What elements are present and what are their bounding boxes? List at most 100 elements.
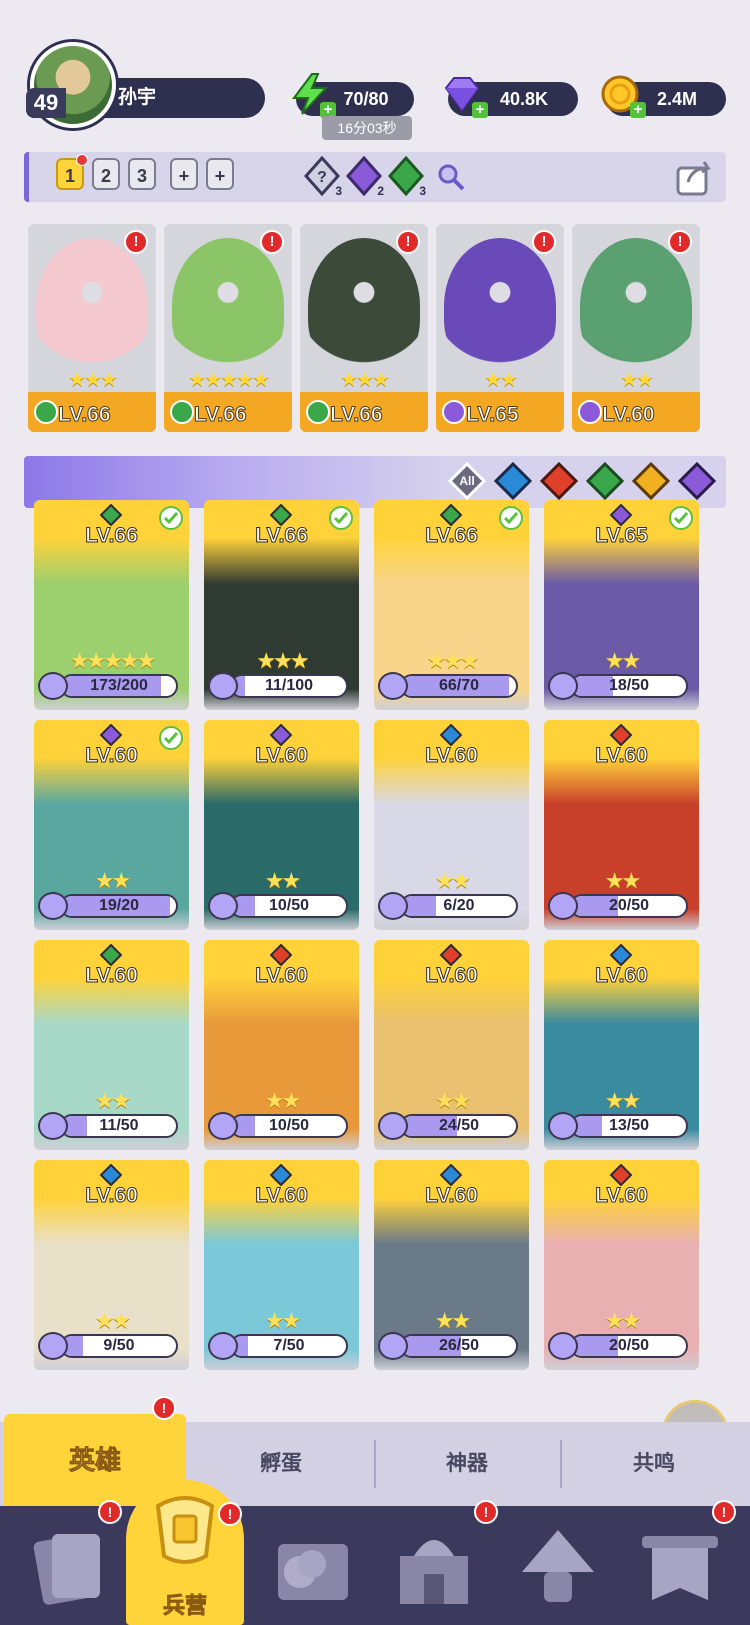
hero-level: LV.65 xyxy=(466,403,520,427)
alert-icon: ! xyxy=(260,230,284,254)
share-button[interactable] xyxy=(674,156,716,198)
hero-level: LV.66 xyxy=(194,403,248,427)
filter-nature-icon[interactable] xyxy=(585,461,625,501)
hero-card[interactable]: LV.60 ★★ 9/50 xyxy=(34,1160,189,1370)
player-name: 孙宇 xyxy=(100,78,265,118)
add-team-button[interactable]: + xyxy=(206,158,234,190)
hero-card[interactable]: LV.66 ★★★★★ 173/200 xyxy=(34,500,189,710)
nature-element-count-icon: 3 xyxy=(387,155,426,198)
gem-icon[interactable]: + xyxy=(440,72,488,118)
star-rating: ★★ xyxy=(434,868,471,893)
nav-active-label: 兵营 xyxy=(162,1593,208,1619)
hero-card[interactable]: LV.66 ★★★ 11/100 xyxy=(204,500,359,710)
hero-level: LV.60 xyxy=(602,403,656,427)
hero-card[interactable]: LV.60 ★★ 6/20 xyxy=(374,720,529,930)
dark-element-icon xyxy=(610,504,632,526)
add-gold-icon[interactable]: + xyxy=(630,102,646,118)
equipped-check-icon xyxy=(329,506,353,530)
hero-card[interactable]: LV.60 ★★ 19/20 xyxy=(34,720,189,930)
shard-icon xyxy=(378,892,408,920)
add-gems-icon[interactable]: + xyxy=(472,102,488,118)
hero-card[interactable]: LV.60 ★★ 24/50 xyxy=(374,940,529,1150)
player-level-badge: 49 xyxy=(26,88,66,118)
hero-portrait xyxy=(172,238,284,374)
hero-card[interactable]: LV.60 ★★ 7/50 xyxy=(204,1160,359,1370)
hero-card[interactable]: LV.60 ★★ 20/50 xyxy=(544,720,699,930)
shard-progress-text: 18/50 xyxy=(608,677,650,694)
hero-card[interactable]: LV.60 ★★ 10/50 xyxy=(204,940,359,1150)
coin-icon[interactable]: + xyxy=(598,72,646,118)
water-element-icon xyxy=(270,1164,292,1186)
alert-icon: ! xyxy=(218,1502,242,1526)
team-hero-card[interactable]: ! ★★★★★ LV.66 xyxy=(164,224,292,432)
water-element-icon xyxy=(610,944,632,966)
add-team-button[interactable]: + xyxy=(170,158,198,190)
shard-progress-bar: 10/50 xyxy=(230,894,348,918)
nav-cards-icon[interactable] xyxy=(18,1516,118,1616)
shard-progress-text: 11/100 xyxy=(264,677,314,694)
hero-card[interactable]: LV.60 ★★ 20/50 xyxy=(544,1160,699,1370)
shard-icon xyxy=(378,672,408,700)
hero-card[interactable]: LV.60 ★★ 26/50 xyxy=(374,1160,529,1370)
alert-icon: ! xyxy=(98,1500,122,1524)
shard-progress-text: 24/50 xyxy=(438,1117,480,1134)
shard-progress-bar: 7/50 xyxy=(230,1334,348,1358)
shard-icon xyxy=(208,892,238,920)
star-rating: ★★ xyxy=(264,1308,301,1333)
nature-element-icon xyxy=(306,400,330,424)
shard-progress-text: 11/50 xyxy=(99,1117,139,1134)
shard-progress-bar: 173/200 xyxy=(60,674,178,698)
hero-card[interactable]: LV.60 ★★ 11/50 xyxy=(34,940,189,1150)
shard-icon xyxy=(38,1112,68,1140)
fire-element-icon xyxy=(270,944,292,966)
team-tab-2[interactable]: 2 xyxy=(92,158,120,190)
star-rating: ★★★★★ xyxy=(69,648,157,673)
hero-portrait xyxy=(444,238,556,374)
game-screen: { "player": {"level": "49", "name": "孙宇"… xyxy=(0,0,750,1625)
dark-element-icon xyxy=(442,400,466,424)
hero-level: LV.66 xyxy=(58,403,112,427)
hero-card[interactable]: LV.60 ★★ 10/50 xyxy=(204,720,359,930)
filter-all-button[interactable]: All xyxy=(447,461,487,501)
filter-fire-icon[interactable] xyxy=(539,461,579,501)
nav-mushroom-icon[interactable] xyxy=(508,1516,608,1616)
team-hero-card[interactable]: ! ★★ LV.60 xyxy=(572,224,700,432)
star-rating: ★★ xyxy=(94,1308,131,1333)
filter-water-icon[interactable] xyxy=(493,461,533,501)
nav-banner-icon[interactable] xyxy=(630,1516,730,1616)
filter-light-icon[interactable] xyxy=(631,461,671,501)
shard-progress-text: 13/50 xyxy=(608,1117,650,1134)
team-hero-card[interactable]: ! ★★ LV.65 xyxy=(436,224,564,432)
star-rating: ★★★ xyxy=(340,369,390,391)
shard-icon xyxy=(208,1332,238,1360)
hero-card[interactable]: LV.66 ★★★ 66/70 xyxy=(374,500,529,710)
hero-card[interactable]: LV.65 ★★ 18/50 xyxy=(544,500,699,710)
alert-icon: ! xyxy=(124,230,148,254)
nav-coins-book-icon[interactable] xyxy=(262,1516,362,1616)
shard-progress-text: 9/50 xyxy=(103,1337,135,1354)
tab-artifacts[interactable]: 神器 xyxy=(376,1422,558,1506)
shard-icon xyxy=(548,672,578,700)
shard-icon xyxy=(378,1332,408,1360)
nav-castle-icon[interactable] xyxy=(384,1516,484,1616)
hero-level: LV.60 xyxy=(255,744,309,768)
shard-progress-text: 173/200 xyxy=(90,677,148,694)
team-hero-card[interactable]: ! ★★★ LV.66 xyxy=(28,224,156,432)
shard-progress-bar: 19/20 xyxy=(60,894,178,918)
filter-dark-icon[interactable] xyxy=(677,461,717,501)
hero-card[interactable]: LV.60 ★★ 13/50 xyxy=(544,940,699,1150)
tab-resonance[interactable]: 共鸣 xyxy=(562,1422,746,1506)
shard-progress-bar: 6/20 xyxy=(400,894,518,918)
star-rating: ★★ xyxy=(604,1308,641,1333)
team-tab-1[interactable]: 1 xyxy=(56,154,88,190)
dark-element-icon xyxy=(578,400,602,424)
alert-icon: ! xyxy=(474,1500,498,1524)
star-rating: ★★ xyxy=(604,648,641,673)
team-hero-card[interactable]: ! ★★★ LV.66 xyxy=(300,224,428,432)
lightning-icon[interactable]: + xyxy=(288,72,336,118)
shard-icon xyxy=(208,672,238,700)
water-element-icon xyxy=(100,1164,122,1186)
team-tab-3[interactable]: 3 xyxy=(128,158,156,190)
magnifier-icon[interactable] xyxy=(436,162,466,192)
alert-icon: ! xyxy=(152,1396,176,1420)
